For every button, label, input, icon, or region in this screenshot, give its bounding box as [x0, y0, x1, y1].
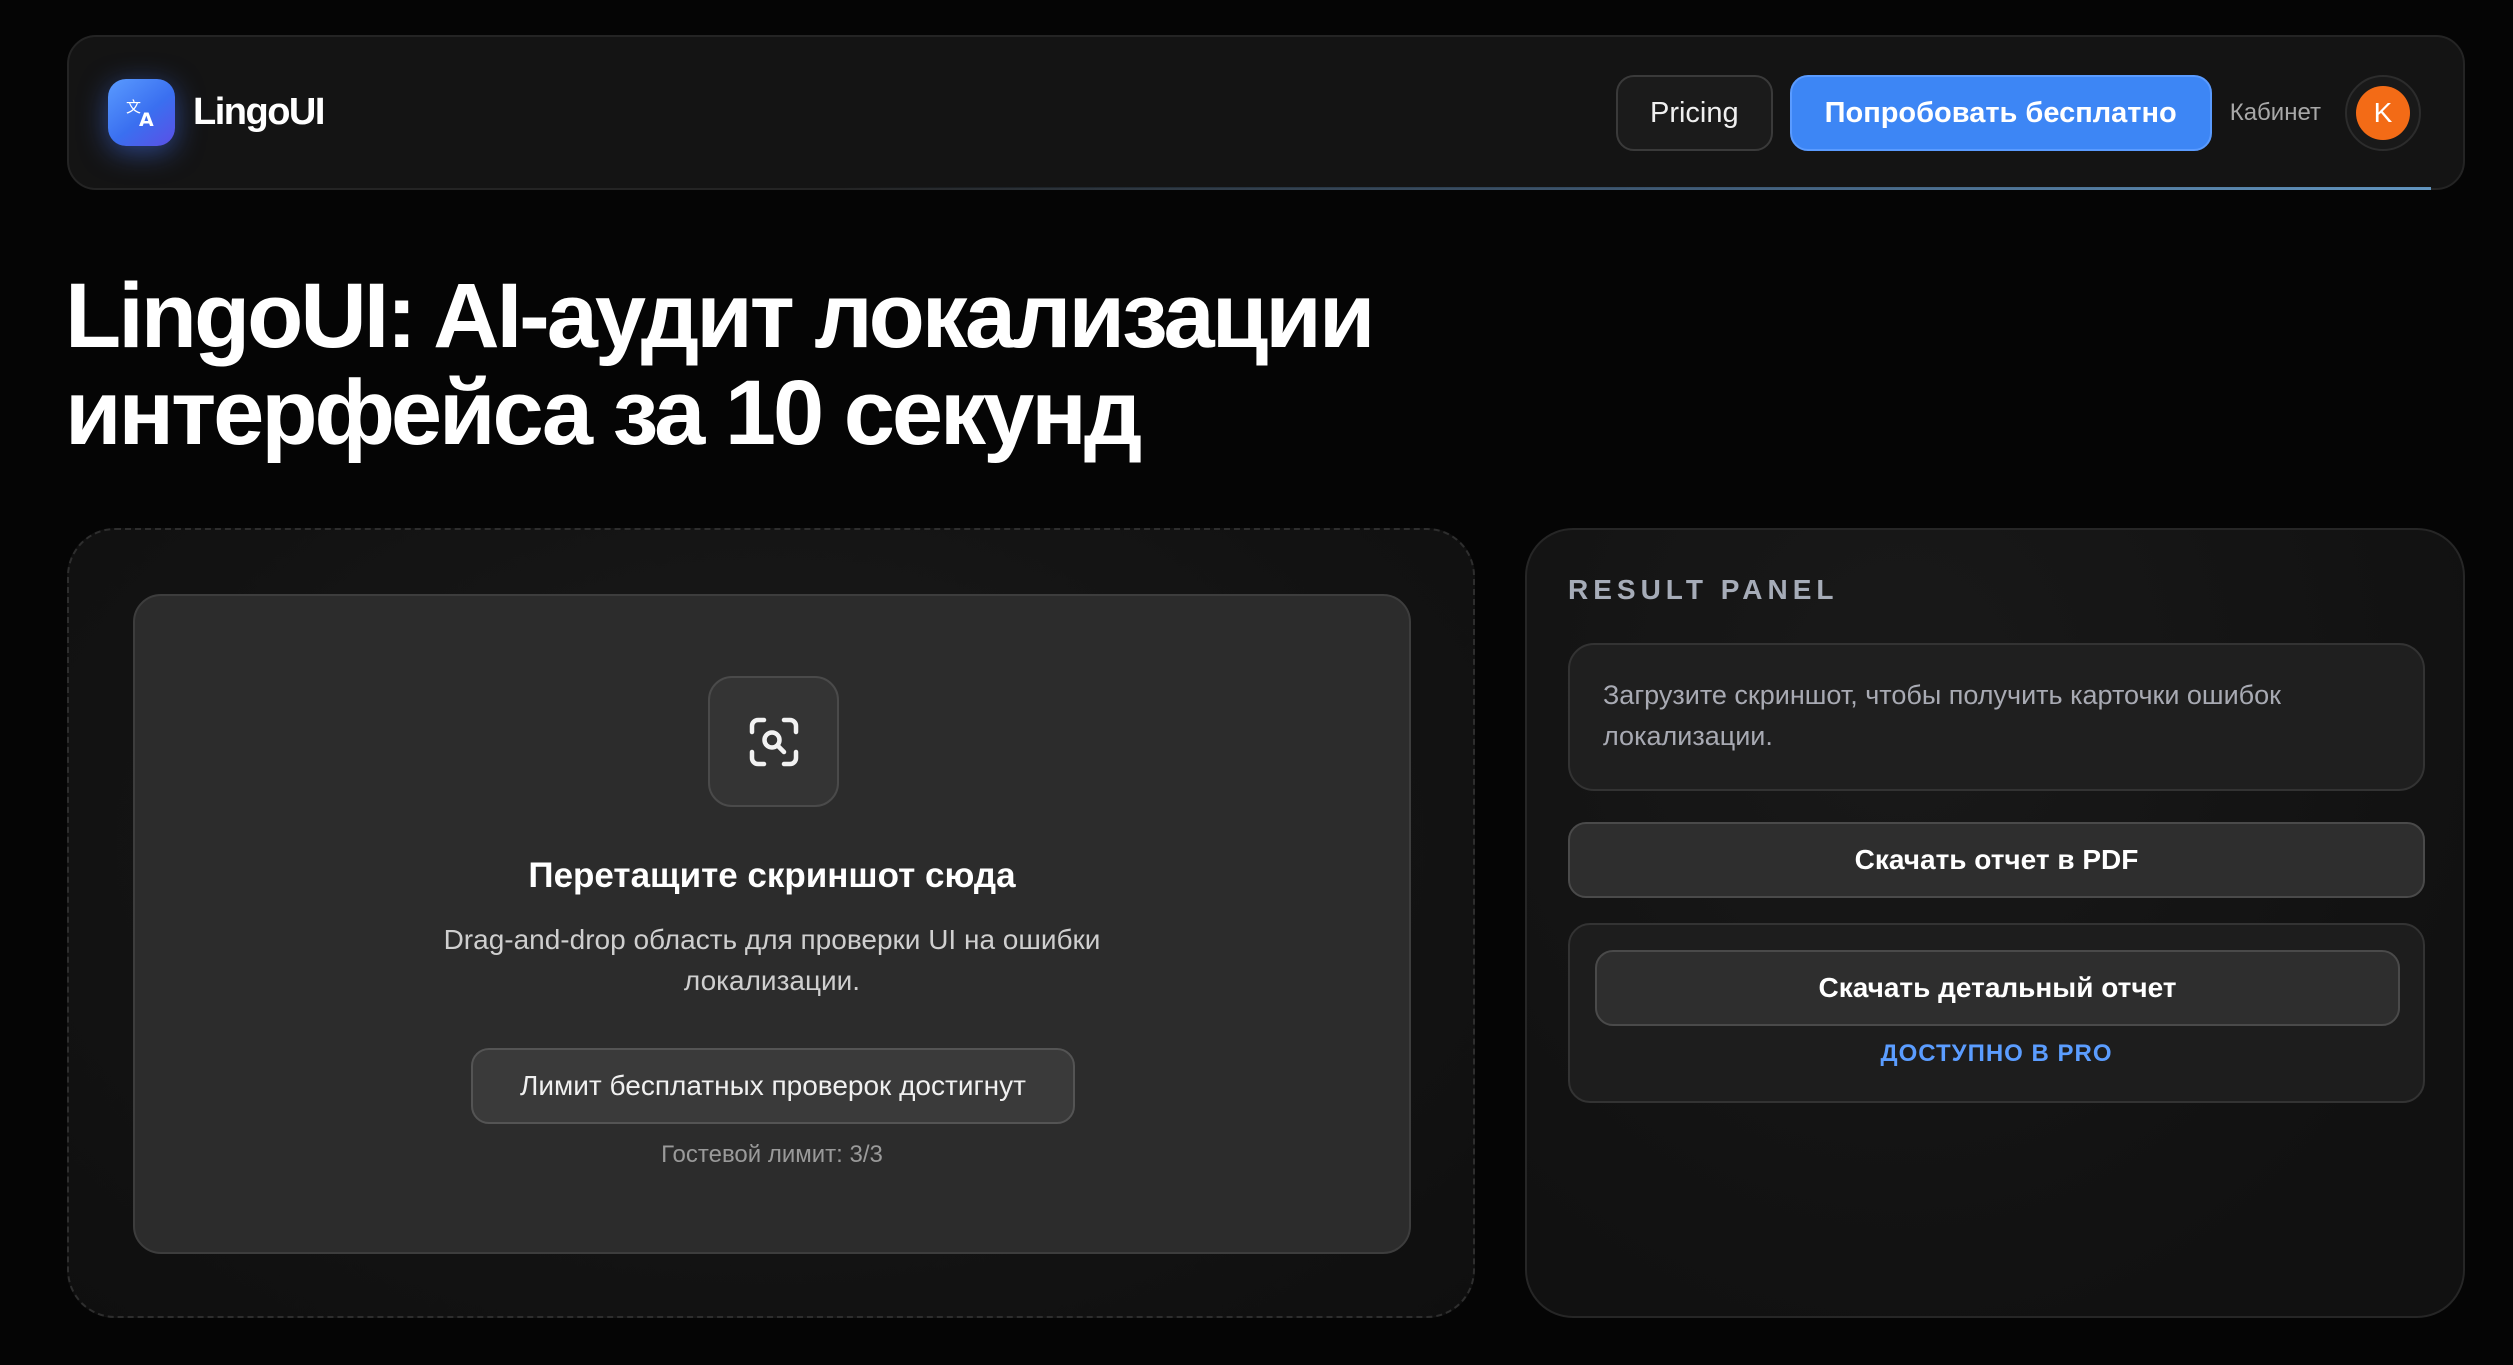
pro-feature-card: Скачать детальный отчет ДОСТУПНО В PRO	[1568, 923, 2425, 1103]
header-glow-line	[839, 187, 2431, 190]
user-avatar[interactable]: K	[2345, 75, 2421, 151]
result-panel: RESULT PANEL Загрузите скриншот, чтобы п…	[1525, 528, 2465, 1318]
upload-panel: Перетащите скриншот сюда Drag-and-drop о…	[67, 528, 1475, 1318]
cabinet-link[interactable]: Кабинет	[2230, 99, 2321, 127]
translate-icon: 文 A	[108, 79, 175, 146]
dropzone-subtitle: Drag-and-drop область для проверки UI на…	[443, 924, 1101, 996]
page: 文 A LingoUI Pricing Попробовать бесплатн…	[0, 0, 2513, 1365]
pricing-button[interactable]: Pricing	[1615, 75, 1773, 151]
guest-limit-counter: Гостевой лимит: 3/3	[661, 1141, 883, 1168]
brand-name: LingoUI	[193, 91, 325, 133]
scan-search-icon	[708, 676, 839, 807]
dropzone-title: Перетащите скриншот сюда	[528, 856, 1016, 895]
nav-actions: Pricing Попробовать бесплатно Кабинет K	[1615, 75, 2421, 151]
svg-text:A: A	[139, 109, 154, 131]
try-free-button[interactable]: Попробовать бесплатно	[1789, 75, 2212, 151]
screenshot-dropzone[interactable]: Перетащите скриншот сюда Drag-and-drop о…	[133, 594, 1411, 1254]
pro-only-label[interactable]: ДОСТУПНО В PRO	[1570, 1040, 2423, 1068]
download-pdf-button[interactable]: Скачать отчет в PDF	[1568, 822, 2425, 898]
page-title: LingoUI: AI-аудит локализации интерфейса…	[65, 268, 1565, 462]
page-title-line-1: LingoUI: AI-аудит локализации	[65, 265, 1375, 367]
result-panel-title: RESULT PANEL	[1568, 574, 1839, 605]
top-nav-bar: 文 A LingoUI Pricing Попробовать бесплатн…	[67, 35, 2465, 190]
result-placeholder-message: Загрузите скриншот, чтобы получить карто…	[1568, 643, 2425, 791]
free-limit-reached-button[interactable]: Лимит бесплатных проверок достигнут	[471, 1048, 1075, 1124]
brand-logo[interactable]: 文 A LingoUI	[108, 79, 325, 146]
avatar-initial: K	[2356, 86, 2410, 140]
page-title-line-2: интерфейса за 10 секунд	[65, 362, 1142, 464]
download-detailed-report-button[interactable]: Скачать детальный отчет	[1595, 950, 2400, 1026]
